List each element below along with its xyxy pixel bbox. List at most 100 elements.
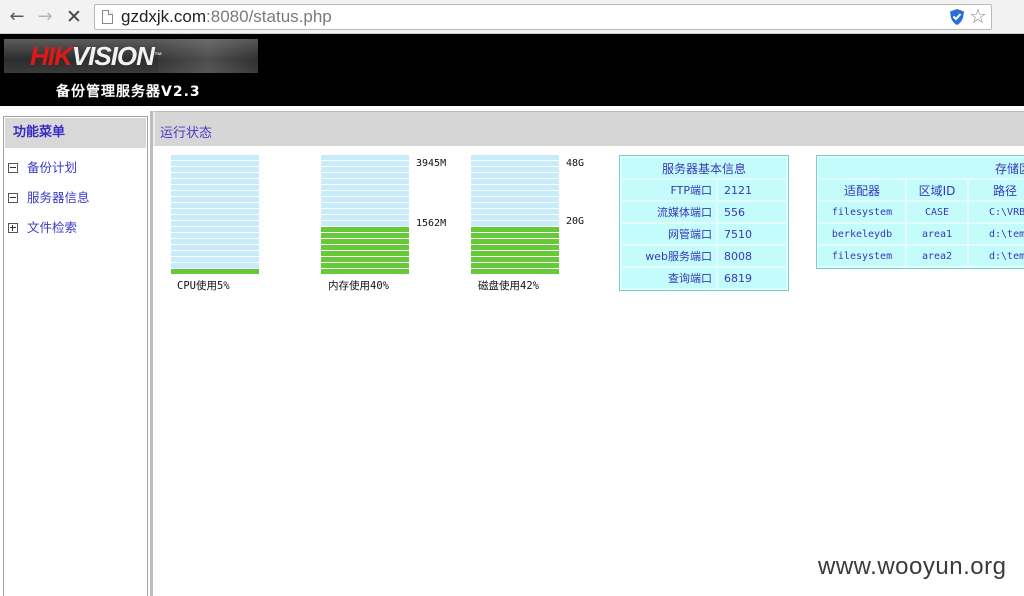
gauge-used-segment (321, 251, 409, 256)
gauge-free-segment (321, 209, 409, 214)
memory-gauge (321, 155, 409, 276)
page-title: 运行状态 (160, 126, 213, 141)
logo-hik: HIK (30, 41, 73, 71)
gauge-free-segment (471, 215, 559, 220)
memory-used-label: 1562M (416, 218, 447, 229)
stop-loading-icon[interactable]: ✕ (62, 5, 86, 29)
table-row: 流媒体端口 556 (622, 202, 786, 222)
gauge-free-segment (171, 257, 259, 262)
table-row: FTP端口 2121 (622, 180, 786, 200)
table-cell: area2 (907, 246, 967, 266)
logo-tm: ™ (153, 51, 162, 60)
table-row: filesystem CASE C:\VRB (819, 202, 1024, 222)
gauge-used-segment (471, 227, 559, 232)
shield-icon[interactable] (949, 8, 965, 26)
table-cell: area1 (907, 224, 967, 244)
url-path: :8080/status.php (206, 7, 332, 26)
info-key: 查询端口 (622, 268, 716, 288)
gauge-free-segment (321, 161, 409, 166)
table-cell: d:\temp (969, 224, 1024, 244)
gauge-free-segment (471, 209, 559, 214)
gauge-free-segment (171, 197, 259, 202)
disk-gauge-bar (471, 155, 559, 274)
sidebar-item-file-search[interactable]: 文件检索 (8, 219, 77, 237)
gauge-free-segment (321, 155, 409, 160)
gauge-free-segment (471, 161, 559, 166)
sidebar-item-backup-plan[interactable]: 备份计划 (8, 159, 77, 177)
server-info-table: 服务器基本信息 FTP端口 2121 流媒体端口 556 网管端口 7510 web服… (619, 155, 789, 291)
page-icon (102, 10, 113, 24)
gauge-free-segment (171, 191, 259, 196)
table-cell: berkeleydb (819, 224, 905, 244)
sidebar-item-server-info[interactable]: 服务器信息 (8, 189, 90, 207)
gauge-free-segment (321, 197, 409, 202)
gauge-free-segment (171, 233, 259, 238)
gauge-used-segment (471, 263, 559, 268)
memory-gauge-label: 内存使用40% (328, 280, 389, 292)
back-icon[interactable]: ← (5, 5, 29, 29)
address-bar[interactable]: gzdxjk.com:8080/status.php ☆ (94, 4, 992, 30)
bookmark-star-icon[interactable]: ☆ (969, 4, 987, 28)
gauge-free-segment (171, 161, 259, 166)
info-key: FTP端口 (622, 180, 716, 200)
gauge-used-segment (321, 263, 409, 268)
disk-total-label: 48G (566, 158, 585, 169)
gauge-free-segment (471, 167, 559, 172)
sidebar-item-label[interactable]: 服务器信息 (27, 190, 90, 205)
gauge-used-segment (321, 245, 409, 250)
gauge-used-segment (321, 269, 409, 274)
gauge-free-segment (171, 203, 259, 208)
info-key: 网管端口 (622, 224, 716, 244)
table-cell: C:\VRB (969, 202, 1024, 222)
hikvision-logo: HIKVISION™ (4, 39, 258, 73)
gauge-used-segment (471, 233, 559, 238)
gauge-free-segment (321, 179, 409, 184)
table-cell: filesystem (819, 202, 905, 222)
gauge-used-segment (471, 245, 559, 250)
gauge-free-segment (171, 185, 259, 190)
server-info-title: 服务器基本信息 (622, 158, 786, 178)
column-header: 区域ID (907, 180, 967, 200)
table-row: 网管端口 7510 (622, 224, 786, 244)
gauge-free-segment (321, 185, 409, 190)
gauge-free-segment (171, 239, 259, 244)
table-header-row: 适配器 区域ID 路径 (819, 180, 1024, 200)
gauge-used-segment (471, 257, 559, 262)
forward-icon[interactable]: → (33, 5, 57, 29)
gauge-free-segment (171, 227, 259, 232)
sidebar: 功能菜单 备份计划 服务器信息 文件检索 (3, 116, 148, 596)
expand-icon[interactable] (8, 223, 18, 233)
logo-text: HIKVISION™ (30, 41, 162, 71)
collapse-icon[interactable] (8, 193, 18, 203)
gauge-free-segment (171, 209, 259, 214)
sidebar-item-label[interactable]: 备份计划 (27, 160, 77, 175)
info-key: 流媒体端口 (622, 202, 716, 222)
gauge-free-segment (321, 203, 409, 208)
gauge-free-segment (171, 215, 259, 220)
gauge-free-segment (171, 173, 259, 178)
gauge-free-segment (321, 167, 409, 172)
storage-table-viewport: 存储区 适配器 区域ID 路径 filesystem CASE C:\VRB b… (816, 150, 1024, 280)
storage-title: 存储区 (819, 158, 1024, 178)
table-row: filesystem area2 d:\temp (819, 246, 1024, 266)
gauge-free-segment (471, 197, 559, 202)
collapse-icon[interactable] (8, 163, 18, 173)
cpu-gauge (171, 155, 259, 276)
gauge-free-segment (171, 179, 259, 184)
info-key: web服务端口 (622, 246, 716, 266)
table-row: 查询端口 6819 (622, 268, 786, 288)
gauge-used-segment (321, 233, 409, 238)
table-cell: d:\temp (969, 246, 1024, 266)
gauge-used-segment (321, 227, 409, 232)
gauge-used-segment (321, 239, 409, 244)
memory-total-label: 3945M (416, 158, 447, 169)
gauge-free-segment (321, 221, 409, 226)
table-row: berkeleydb area1 d:\temp (819, 224, 1024, 244)
sidebar-item-label[interactable]: 文件检索 (27, 220, 77, 235)
url-text[interactable]: gzdxjk.com:8080/status.php (121, 7, 332, 27)
gauge-used-segment (171, 269, 259, 274)
gauge-free-segment (171, 263, 259, 268)
gauge-used-segment (471, 239, 559, 244)
gauge-used-segment (471, 251, 559, 256)
info-value: 6819 (718, 268, 786, 288)
